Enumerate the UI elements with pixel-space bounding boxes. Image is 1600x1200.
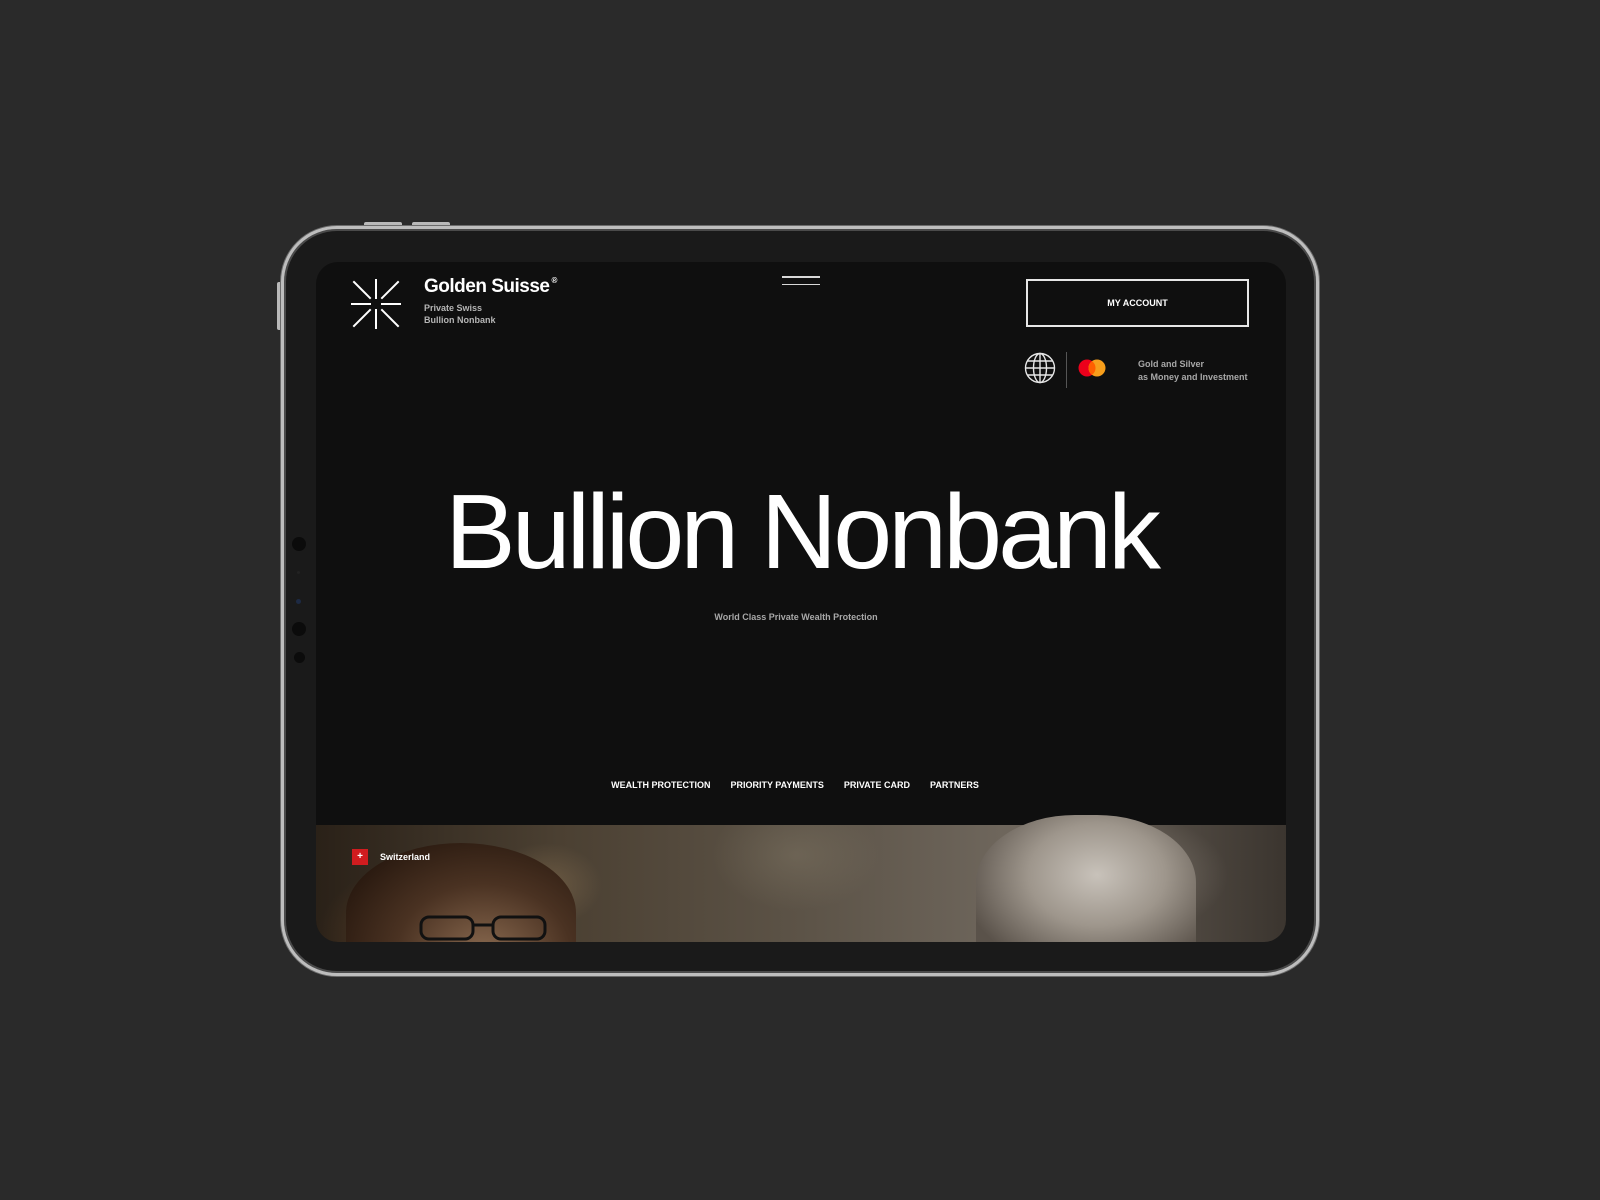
sensor-dot bbox=[297, 571, 300, 574]
glasses-shape bbox=[419, 915, 547, 941]
header-divider bbox=[1066, 352, 1067, 388]
location-label[interactable]: Switzerland bbox=[380, 852, 430, 862]
menu-line bbox=[782, 276, 820, 278]
hero-subtitle: World Class Private Wealth Protection bbox=[714, 612, 878, 622]
sensor-dot bbox=[296, 599, 301, 604]
globe-icon[interactable] bbox=[1024, 352, 1056, 384]
stage: Golden Suisse ® Private Swiss Bullion Non… bbox=[0, 0, 1600, 1200]
header-tagline: Gold and Silver as Money and Investment bbox=[1138, 358, 1248, 384]
my-account-button[interactable]: MY ACCOUNT bbox=[1026, 279, 1249, 327]
registered-mark: ® bbox=[551, 276, 557, 285]
nav-item-wealth-protection[interactable]: WEALTH PROTECTION bbox=[611, 780, 710, 790]
camera-dot bbox=[294, 652, 305, 663]
swiss-flag-icon: + bbox=[352, 849, 368, 865]
brand-subtitle-line2: Bullion Nonbank bbox=[424, 315, 496, 325]
hero-title: Bullion Nonbank bbox=[445, 473, 1161, 591]
header-tagline-line1: Gold and Silver bbox=[1138, 359, 1205, 369]
nav-item-partners[interactable]: PARTNERS bbox=[930, 780, 979, 790]
camera-dot bbox=[292, 622, 306, 636]
nav-item-private-card[interactable]: PRIVATE CARD bbox=[844, 780, 910, 790]
brand-name-text: Golden Suisse bbox=[424, 276, 550, 297]
main-nav: WEALTH PROTECTION PRIORITY PAYMENTS PRIV… bbox=[316, 780, 1274, 790]
golden-suisse-logo-icon[interactable] bbox=[350, 278, 402, 330]
brand-name[interactable]: Golden Suisse ® bbox=[424, 276, 557, 298]
tablet-screen: Golden Suisse ® Private Swiss Bullion Non… bbox=[316, 262, 1286, 942]
hamburger-menu-icon[interactable] bbox=[782, 276, 820, 286]
brand-subtitle-line1: Private Swiss bbox=[424, 303, 483, 313]
menu-line bbox=[782, 283, 820, 285]
camera-dot bbox=[292, 537, 306, 551]
brand-subtitle: Private Swiss Bullion Nonbank bbox=[424, 302, 496, 326]
header-tagline-line2: as Money and Investment bbox=[1138, 372, 1248, 382]
photo-person-right bbox=[976, 815, 1196, 942]
nav-item-priority-payments[interactable]: PRIORITY PAYMENTS bbox=[730, 780, 823, 790]
hero-photo: + Switzerland bbox=[316, 815, 1286, 942]
mastercard-icon[interactable] bbox=[1077, 359, 1107, 377]
